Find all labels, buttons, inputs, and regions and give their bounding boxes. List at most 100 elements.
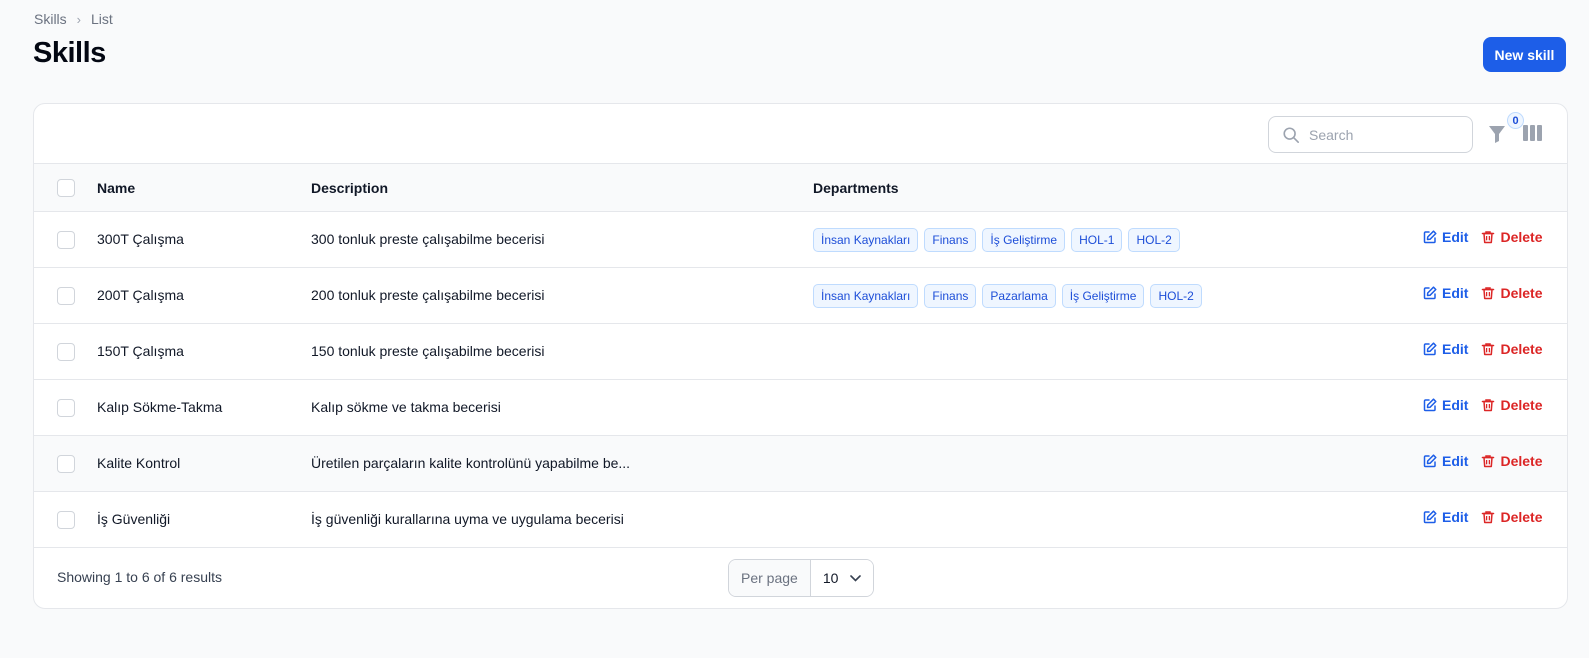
per-page-value: 10 — [822, 570, 839, 586]
row-checkbox[interactable] — [57, 343, 75, 361]
table-row[interactable]: 150T Çalışma 150 tonluk preste çalışabil… — [34, 324, 1567, 380]
trash-icon — [1482, 287, 1495, 300]
department-badge: İnsan Kaynakları — [813, 228, 919, 252]
department-badges: İnsan Kaynakları Finans Pazarlama İş Gelişt… — [813, 284, 1202, 308]
skill-description: 300 tonluk preste çalışabilme becerisi — [311, 231, 545, 247]
select-all-checkbox[interactable] — [57, 179, 75, 197]
skill-name: Kalite Kontrol — [97, 455, 181, 471]
row-actions: Edit Delete — [1423, 509, 1542, 525]
columns-icon[interactable] — [1523, 125, 1542, 141]
skill-name: 200T Çalışma — [97, 287, 184, 303]
department-badge: HOL-2 — [1150, 284, 1202, 308]
edit-icon — [1423, 510, 1437, 524]
department-badges: İnsan Kaynakları Finans İş Geliştirme HOL-1… — [813, 228, 1180, 252]
per-page-label: Per page — [729, 560, 811, 596]
table-row[interactable]: 300T Çalışma 300 tonluk preste çalışabil… — [34, 212, 1567, 268]
row-actions: Edit Delete — [1423, 397, 1542, 413]
table-row[interactable]: Kalıp Sökme-Takma Kalıp sökme ve takma b… — [34, 380, 1567, 436]
row-checkbox[interactable] — [57, 511, 75, 529]
delete-label: Delete — [1500, 453, 1543, 469]
table-row[interactable]: Kalite Kontrol Üretilen parçaların kalit… — [34, 436, 1567, 492]
per-page-select[interactable]: 10 — [810, 560, 873, 596]
row-actions: Edit Delete — [1423, 453, 1542, 469]
chevron-down-icon — [850, 574, 862, 582]
department-badge: HOL-2 — [1128, 228, 1180, 252]
skill-name: 300T Çalışma — [97, 231, 184, 247]
page: Skills › List Skills New skill 0 — [0, 0, 1589, 658]
row-checkbox[interactable] — [57, 287, 75, 305]
filter-icon[interactable] — [1488, 124, 1506, 144]
delete-label: Delete — [1500, 397, 1543, 413]
department-badge: İş Geliştirme — [1061, 284, 1145, 308]
column-header-departments[interactable]: Departments — [813, 180, 899, 196]
delete-button[interactable]: Delete — [1481, 509, 1542, 525]
edit-label: Edit — [1442, 229, 1469, 245]
table-body: 300T Çalışma 300 tonluk preste çalışabil… — [34, 212, 1567, 548]
trash-icon — [1482, 343, 1495, 356]
edit-label: Edit — [1442, 397, 1469, 413]
delete-label: Delete — [1500, 229, 1543, 245]
skill-description: İş güvenliği kurallarına uyma ve uygulam… — [311, 511, 624, 527]
skill-name: Kalıp Sökme-Takma — [97, 399, 223, 415]
delete-button[interactable]: Delete — [1481, 453, 1542, 469]
table-footer: Showing 1 to 6 of 6 results Per page 10 — [34, 548, 1567, 608]
breadcrumb: Skills › List — [34, 11, 113, 27]
department-badge: İnsan Kaynakları — [813, 284, 919, 308]
edit-button[interactable]: Edit — [1423, 453, 1468, 469]
edit-icon — [1423, 398, 1437, 412]
edit-button[interactable]: Edit — [1423, 341, 1468, 357]
department-badge: İş Geliştirme — [982, 228, 1066, 252]
edit-label: Edit — [1442, 285, 1469, 301]
delete-label: Delete — [1500, 509, 1543, 525]
delete-button[interactable]: Delete — [1481, 341, 1542, 357]
search-box[interactable] — [1268, 116, 1473, 153]
edit-button[interactable]: Edit — [1423, 229, 1468, 245]
edit-icon — [1423, 286, 1437, 300]
breadcrumb-current: List — [91, 11, 113, 27]
skill-description: Üretilen parçaların kalite kontrolünü ya… — [311, 455, 631, 471]
row-actions: Edit Delete — [1423, 341, 1542, 357]
department-badge: Pazarlama — [982, 284, 1056, 308]
edit-icon — [1423, 230, 1437, 244]
department-badge: Finans — [924, 284, 977, 308]
skill-description: 150 tonluk preste çalışabilme becerisi — [311, 343, 545, 359]
search-icon — [1283, 126, 1300, 143]
skill-name: 150T Çalışma — [97, 343, 184, 359]
row-checkbox[interactable] — [57, 231, 75, 249]
page-title: Skills — [33, 37, 106, 69]
delete-label: Delete — [1500, 341, 1543, 357]
chevron-right-icon: › — [76, 11, 82, 27]
table-row[interactable]: 200T Çalışma 200 tonluk preste çalışabil… — [34, 268, 1567, 324]
column-header-name[interactable]: Name — [97, 180, 135, 196]
breadcrumb-skills-link[interactable]: Skills — [34, 11, 67, 27]
edit-label: Edit — [1442, 509, 1469, 525]
trash-icon — [1482, 511, 1495, 524]
department-badge: HOL-1 — [1071, 228, 1123, 252]
delete-button[interactable]: Delete — [1481, 285, 1542, 301]
row-checkbox[interactable] — [57, 399, 75, 417]
skill-name: İş Güvenliği — [97, 511, 171, 527]
row-actions: Edit Delete — [1423, 285, 1542, 301]
edit-button[interactable]: Edit — [1423, 397, 1468, 413]
row-checkbox[interactable] — [57, 455, 75, 473]
department-badge: Finans — [924, 228, 977, 252]
delete-button[interactable]: Delete — [1481, 229, 1542, 245]
trash-icon — [1482, 399, 1495, 412]
table-row[interactable]: İş Güvenliği İş güvenliği kurallarına uy… — [34, 492, 1567, 548]
table-toolbar: 0 — [34, 104, 1567, 164]
delete-button[interactable]: Delete — [1481, 397, 1542, 413]
delete-label: Delete — [1500, 285, 1543, 301]
edit-button[interactable]: Edit — [1423, 285, 1468, 301]
trash-icon — [1482, 455, 1495, 468]
edit-icon — [1423, 342, 1437, 356]
search-input[interactable] — [1309, 126, 1459, 143]
edit-icon — [1423, 454, 1437, 468]
edit-label: Edit — [1442, 453, 1469, 469]
column-header-description[interactable]: Description — [311, 180, 388, 196]
edit-label: Edit — [1442, 341, 1469, 357]
edit-button[interactable]: Edit — [1423, 509, 1468, 525]
filter-count-badge: 0 — [1507, 112, 1524, 129]
trash-icon — [1482, 231, 1495, 244]
skill-description: Kalıp sökme ve takma becerisi — [311, 399, 501, 415]
new-skill-button[interactable]: New skill — [1483, 37, 1566, 72]
